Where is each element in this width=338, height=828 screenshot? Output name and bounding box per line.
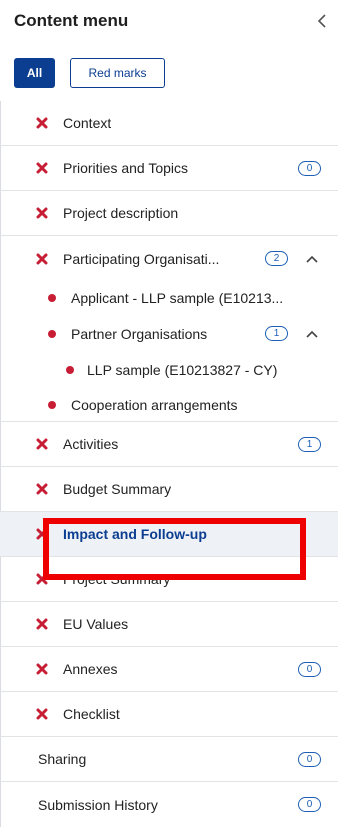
error-x-icon [36,573,48,585]
menu-item-checklist[interactable]: Checklist [0,692,338,737]
count-badge: 2 [265,251,288,266]
menu-item-activities[interactable]: Activities 1 [0,422,338,467]
filter-all-button[interactable]: All [14,58,55,88]
menu-item-label: Budget Summary [63,481,172,497]
menu-item-label: Project description [63,205,179,221]
count-badge: 0 [298,751,321,767]
menu-item-label: Project Summary [63,571,171,587]
error-x-icon [36,207,48,219]
error-x-icon [36,162,48,174]
menu-item-label: Checklist [63,706,120,722]
menu-item-priorities-and-topics[interactable]: Priorities and Topics 0 [0,146,338,191]
menu-item-project-summary[interactable]: Project Summary [0,557,338,602]
content-menu-list: Context Priorities and Topics 0 Project … [0,101,338,827]
menu-item-budget-summary[interactable]: Budget Summary [0,467,338,512]
menu-item-label: Sharing [38,751,87,767]
count-badge: 1 [265,326,288,341]
menu-item-label: Annexes [63,661,118,677]
menu-item-context[interactable]: Context [0,101,338,146]
menu-item-label: LLP sample (E10213827 - CY) [87,362,278,378]
menu-item-label: Applicant - LLP sample (E10213... [71,290,284,306]
count-badge: 0 [298,160,321,176]
menu-item-impact-and-follow-up[interactable]: Impact and Follow-up [0,512,338,557]
error-x-icon [36,663,48,675]
count-badge: 0 [298,797,321,812]
count-badge: 0 [298,661,321,677]
menu-item-eu-values[interactable]: EU Values [0,602,338,647]
menu-item-label: Priorities and Topics [63,160,189,176]
error-dot-icon [48,294,56,302]
menu-item-participating-organisations[interactable]: Participating Organisati... 2 [0,236,338,281]
menu-item-label: Partner Organisations [71,325,208,342]
menu-item-project-description[interactable]: Project description [0,191,338,236]
chevron-up-icon[interactable] [305,254,319,264]
menu-header: Content menu [0,0,338,46]
count-badge: 1 [298,436,321,452]
menu-item-label: Participating Organisati... [63,250,220,267]
menu-item-llp-sample[interactable]: LLP sample (E10213827 - CY) [0,352,338,388]
menu-item-label: EU Values [63,616,129,632]
menu-item-cooperation-arrangements[interactable]: Cooperation arrangements [0,388,338,422]
error-x-icon [36,117,48,129]
menu-item-label: Submission History [38,796,158,813]
error-x-icon [36,253,48,264]
chevron-up-icon[interactable] [305,329,319,339]
menu-item-label: Context [63,115,112,131]
menu-item-submission-history[interactable]: Submission History 0 [0,782,338,827]
error-x-icon [36,618,48,630]
collapse-chevron-left-icon[interactable] [315,11,329,31]
error-x-icon [36,483,48,495]
filter-red-marks-button[interactable]: Red marks [70,58,165,88]
error-x-icon [36,708,48,720]
menu-item-label: Activities [63,436,119,452]
menu-item-sharing[interactable]: Sharing 0 [0,737,338,782]
error-dot-icon [48,400,56,409]
menu-item-label: Impact and Follow-up [63,526,207,542]
menu-item-label: Cooperation arrangements [71,396,238,413]
menu-item-partner-organisations[interactable]: Partner Organisations 1 [0,315,338,352]
error-dot-icon [66,366,74,374]
error-x-icon [36,528,48,540]
menu-item-applicant[interactable]: Applicant - LLP sample (E10213... [0,281,338,315]
menu-item-annexes[interactable]: Annexes 0 [0,647,338,692]
page-title: Content menu [14,11,129,30]
filter-bar: All Red marks [0,55,338,89]
error-dot-icon [48,329,56,338]
error-x-icon [36,438,48,450]
